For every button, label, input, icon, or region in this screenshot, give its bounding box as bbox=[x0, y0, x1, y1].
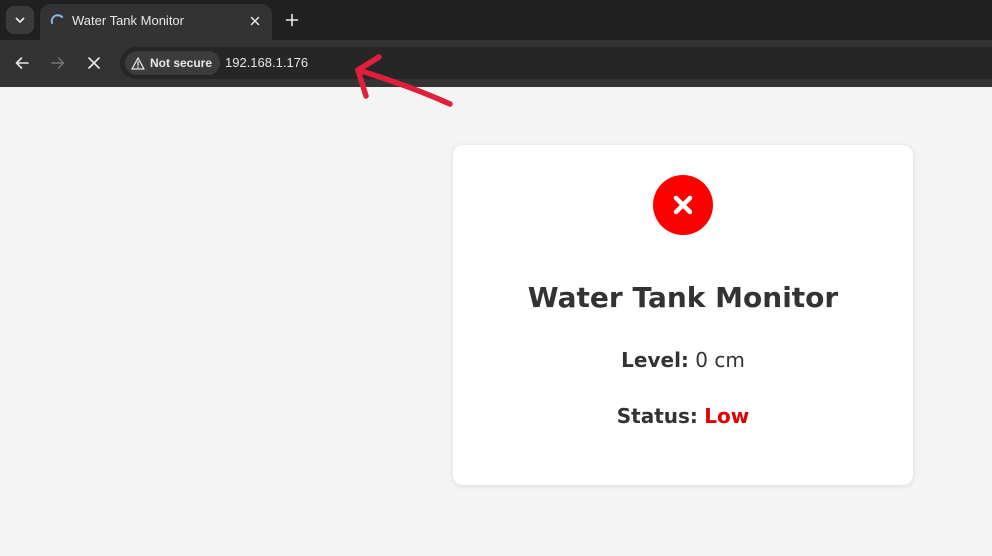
close-icon bbox=[88, 57, 100, 69]
chevron-down-icon bbox=[15, 17, 25, 23]
browser-toolbar: Not secure 192.168.1.176 bbox=[0, 40, 992, 87]
tab-active[interactable]: Water Tank Monitor bbox=[40, 4, 272, 40]
plus-icon bbox=[285, 13, 299, 27]
level-label: Level: bbox=[621, 348, 689, 372]
arrow-right-icon bbox=[51, 57, 65, 69]
monitor-card: Water Tank Monitor Level: 0 cm Status: L… bbox=[453, 145, 913, 485]
page-content: Water Tank Monitor Level: 0 cm Status: L… bbox=[0, 87, 992, 556]
x-circle-icon bbox=[653, 175, 713, 235]
tab-strip: Water Tank Monitor bbox=[0, 0, 992, 40]
forward-button[interactable] bbox=[45, 50, 71, 76]
level-row: Level: 0 cm bbox=[453, 347, 913, 373]
tab-search-button[interactable] bbox=[6, 6, 34, 34]
url-text[interactable]: 192.168.1.176 bbox=[225, 55, 308, 71]
browser-chrome: Water Tank Monitor Not secure 192.168.1.… bbox=[0, 0, 992, 87]
level-value: 0 cm bbox=[695, 348, 745, 372]
status-label: Status: bbox=[616, 404, 698, 428]
address-bar[interactable]: Not secure 192.168.1.176 bbox=[120, 47, 992, 79]
status-value: Low bbox=[704, 404, 750, 428]
stop-loading-button[interactable] bbox=[81, 50, 107, 76]
page-title: Water Tank Monitor bbox=[527, 281, 839, 314]
loading-spinner-icon bbox=[50, 14, 63, 24]
close-icon bbox=[250, 16, 260, 26]
tab-close-button[interactable] bbox=[246, 12, 264, 30]
security-indicator[interactable]: Not secure bbox=[125, 51, 221, 75]
warning-triangle-icon bbox=[131, 56, 145, 70]
back-button[interactable] bbox=[9, 50, 35, 76]
status-row: Status: Low bbox=[453, 403, 913, 429]
security-label: Not secure bbox=[150, 56, 213, 70]
close-icon bbox=[673, 195, 693, 215]
arrow-left-icon bbox=[15, 57, 29, 69]
new-tab-button[interactable] bbox=[280, 8, 304, 32]
tab-title: Water Tank Monitor bbox=[72, 13, 184, 28]
